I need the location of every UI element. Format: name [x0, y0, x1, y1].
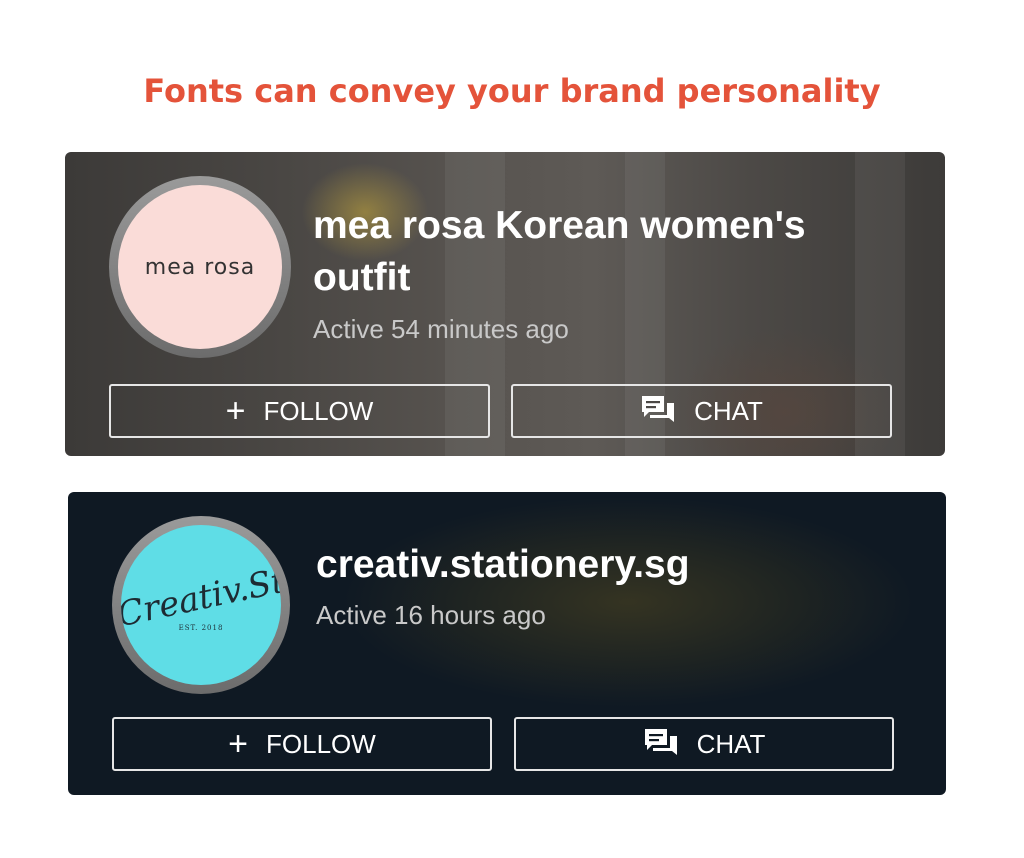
shop-avatar[interactable]: Creativ.St EST. 2018 [112, 516, 290, 694]
shop-name[interactable]: mea rosa Korean women's outfit [313, 200, 893, 304]
shop-logo-text: mea rosa [144, 254, 256, 280]
chat-button[interactable]: CHAT [511, 384, 892, 438]
shop-name[interactable]: creativ.stationery.sg [316, 539, 896, 591]
chat-button-label: CHAT [696, 728, 766, 759]
plus-icon: + [228, 725, 249, 763]
follow-button[interactable]: + FOLLOW [112, 717, 492, 771]
page-heading: Fonts can convey your brand personality [143, 72, 881, 110]
chat-bubbles-icon [643, 727, 679, 761]
shop-active-status: Active 16 hours ago [316, 600, 546, 630]
shop-avatar[interactable]: mea rosa [109, 176, 291, 358]
shop-card-creativ-stationery: Creativ.St EST. 2018 creativ.stationery.… [68, 492, 946, 795]
plus-icon: + [225, 392, 246, 430]
follow-button-label: FOLLOW [266, 728, 376, 759]
follow-button-label: FOLLOW [263, 395, 374, 426]
shop-logo-subtext: EST. 2018 [178, 624, 224, 632]
follow-button[interactable]: + FOLLOW [109, 384, 490, 438]
shop-card-mea-rosa: mea rosa mea rosa Korean women's outfit … [65, 152, 945, 456]
shop-active-status: Active 54 minutes ago [313, 314, 569, 344]
shop-logo: Creativ.St EST. 2018 [121, 525, 281, 685]
chat-button[interactable]: CHAT [514, 717, 894, 771]
chat-button-label: CHAT [694, 395, 763, 426]
shop-logo: mea rosa [118, 185, 282, 349]
chat-bubbles-icon [640, 394, 676, 428]
